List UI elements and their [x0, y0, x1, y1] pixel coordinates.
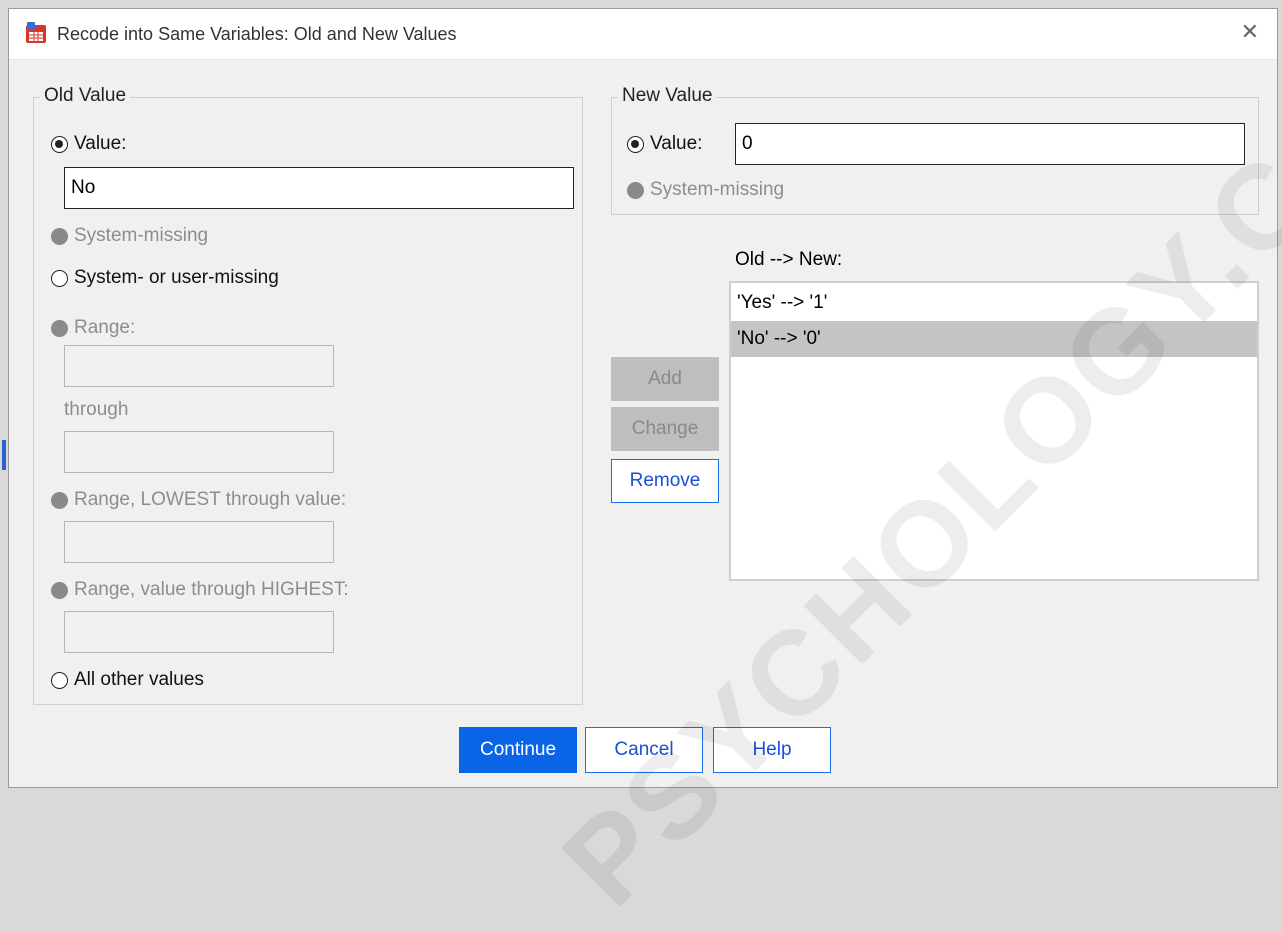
radio-unchecked-icon: [51, 269, 68, 287]
recode-dialog: Recode into Same Variables: Old and New …: [8, 0, 1282, 931]
help-button[interactable]: Help: [713, 727, 831, 773]
continue-button[interactable]: Continue: [459, 727, 577, 773]
system-or-user-missing-label: System- or user-missing: [74, 267, 279, 288]
new-system-missing-label: System-missing: [650, 179, 785, 200]
range-highest-input: [64, 611, 334, 653]
mapping-label: Old --> New:: [735, 249, 843, 270]
old-value-radio[interactable]: Value:: [51, 133, 126, 155]
radio-disabled-icon: [51, 319, 68, 337]
new-value-legend: New Value: [618, 85, 717, 107]
old-value-legend: Old Value: [40, 85, 131, 107]
title-bar: Recode into Same Variables: Old and New …: [9, 9, 1277, 60]
radio-checked-icon: [51, 135, 68, 153]
remove-button[interactable]: Remove: [611, 459, 719, 503]
radio-disabled-icon: [51, 491, 68, 509]
range-radio: Range:: [51, 317, 135, 339]
range-lowest-label: Range, LOWEST through value:: [74, 489, 347, 510]
system-or-user-missing-radio[interactable]: System- or user-missing: [51, 267, 279, 289]
background-window-edge: [2, 440, 6, 470]
radio-disabled-icon: [51, 227, 68, 245]
old-value-input[interactable]: [64, 167, 574, 209]
radio-checked-icon: [627, 135, 644, 153]
range-to-input: [64, 431, 334, 473]
range-from-input: [64, 345, 334, 387]
all-other-values-label: All other values: [74, 669, 204, 690]
radio-disabled-icon: [627, 181, 644, 199]
old-system-missing-label: System-missing: [74, 225, 209, 246]
spss-app-icon: [26, 22, 46, 43]
all-other-values-radio[interactable]: All other values: [51, 669, 204, 691]
through-label: through: [64, 399, 129, 420]
close-icon[interactable]: ✕: [1241, 19, 1259, 45]
old-system-missing-radio: System-missing: [51, 225, 208, 247]
old-value-radio-label: Value:: [74, 133, 127, 154]
range-lowest-radio: Range, LOWEST through value:: [51, 489, 346, 511]
new-system-missing-radio: System-missing: [627, 179, 784, 201]
new-value-input[interactable]: [735, 123, 1245, 165]
range-highest-radio: Range, value through HIGHEST:: [51, 579, 349, 601]
mapping-listbox[interactable]: 'Yes' --> '1' 'No' --> '0': [729, 281, 1259, 581]
range-lowest-input: [64, 521, 334, 563]
cancel-button[interactable]: Cancel: [585, 727, 703, 773]
window-title: Recode into Same Variables: Old and New …: [57, 24, 457, 44]
new-value-radio[interactable]: Value:: [627, 133, 702, 155]
list-item[interactable]: 'Yes' --> '1': [731, 285, 1257, 321]
list-item[interactable]: 'No' --> '0': [731, 321, 1257, 357]
range-highest-label: Range, value through HIGHEST:: [74, 579, 349, 600]
change-button: Change: [611, 407, 719, 451]
radio-disabled-icon: [51, 581, 68, 599]
radio-unchecked-icon: [51, 671, 68, 689]
range-label: Range:: [74, 317, 136, 338]
add-button: Add: [611, 357, 719, 401]
new-value-radio-label: Value:: [650, 133, 703, 154]
